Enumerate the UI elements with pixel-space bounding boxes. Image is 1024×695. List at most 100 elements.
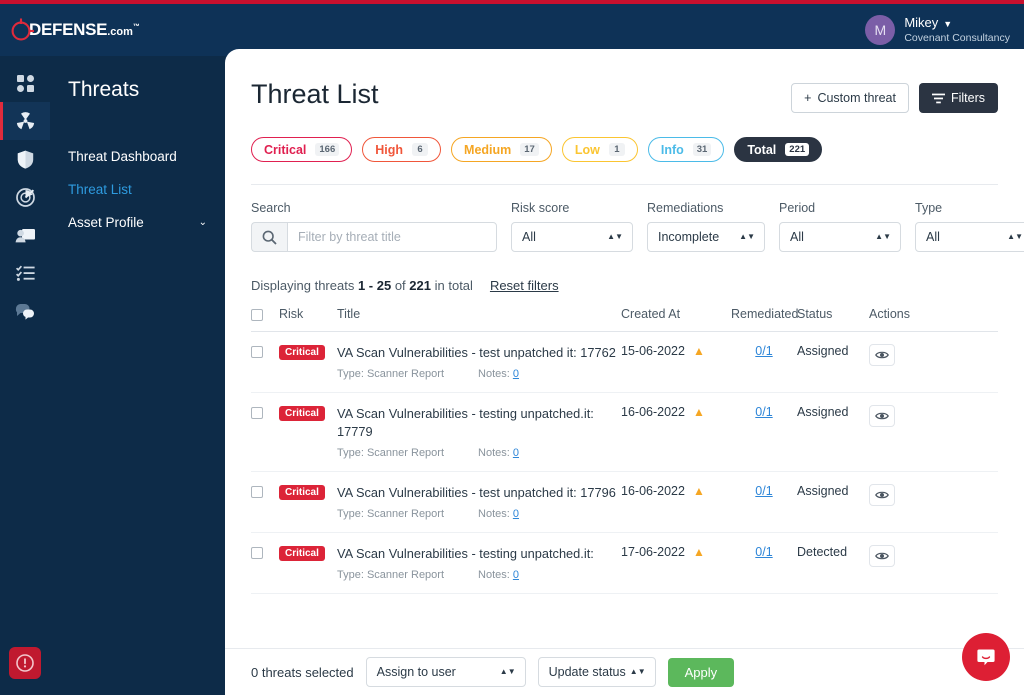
severity-pill-total[interactable]: Total 221 xyxy=(734,137,823,162)
column-header-status[interactable]: Status xyxy=(797,307,869,321)
column-header-created[interactable]: Created At xyxy=(621,307,731,321)
rail-item-threats[interactable] xyxy=(0,102,50,140)
remediated-link[interactable]: 0/1 xyxy=(755,344,772,358)
chat-support-button[interactable] xyxy=(962,633,1010,681)
rail-item-training[interactable] xyxy=(0,216,50,254)
row-checkbox[interactable] xyxy=(251,485,263,498)
select-all-checkbox[interactable] xyxy=(251,309,263,321)
notes-link[interactable]: 0 xyxy=(513,569,519,581)
row-checkbox[interactable] xyxy=(251,346,263,358)
remediations-select[interactable]: Incomplete ▲▼ xyxy=(647,222,765,252)
rail-item-messages[interactable] xyxy=(0,292,50,330)
threat-title[interactable]: VA Scan Vulnerabilities - test unpatched… xyxy=(337,344,621,361)
summary-suffix: in total xyxy=(434,278,473,293)
sidebar-item-threat-list[interactable]: Threat List xyxy=(50,173,225,206)
search-input[interactable] xyxy=(287,222,497,252)
remediated-link[interactable]: 0/1 xyxy=(755,484,772,498)
table-row[interactable]: Critical VA Scan Vulnerabilities - testi… xyxy=(251,393,998,472)
threat-title[interactable]: VA Scan Vulnerabilities - testing unpatc… xyxy=(337,545,621,562)
table-row[interactable]: Critical VA Scan Vulnerabilities - testi… xyxy=(251,533,998,595)
main-panel: Threat List + Custom threat Filters Crit… xyxy=(225,49,1024,695)
type-label: Type xyxy=(915,201,943,215)
notes-link[interactable]: 0 xyxy=(513,508,519,520)
reset-filters-link[interactable]: Reset filters xyxy=(490,278,559,293)
row-title-cell: VA Scan Vulnerabilities - testing unpatc… xyxy=(337,405,621,459)
remediated-link[interactable]: 0/1 xyxy=(755,405,772,419)
column-header-remediated[interactable]: Remediated xyxy=(731,307,798,321)
row-risk-cell: Critical xyxy=(279,484,337,500)
rail-item-dashboard[interactable] xyxy=(0,64,50,102)
user-menu[interactable]: M Mikey ▼ Covenant Consultancy xyxy=(865,15,1010,45)
radar-scan-icon xyxy=(15,187,35,207)
sidebar-item-asset-profile[interactable]: Asset Profile ⌄ xyxy=(50,206,225,239)
user-info: Mikey ▼ Covenant Consultancy xyxy=(904,15,1010,44)
severity-pill-count: 1 xyxy=(608,143,625,156)
chevron-down-icon[interactable]: ▼ xyxy=(943,19,952,30)
risk-score-select[interactable]: All ▲▼ xyxy=(511,222,633,252)
alert-button[interactable] xyxy=(9,647,41,679)
column-header-risk[interactable]: Risk xyxy=(279,307,337,321)
view-button[interactable] xyxy=(869,483,895,506)
avatar: M xyxy=(865,15,896,45)
custom-threat-button[interactable]: + Custom threat xyxy=(791,83,909,113)
table-row[interactable]: Critical VA Scan Vulnerabilities - test … xyxy=(251,332,998,394)
update-status-select[interactable]: Update status ▲▼ xyxy=(537,657,656,687)
summary-prefix: Displaying threats xyxy=(251,278,355,293)
severity-pill-medium[interactable]: Medium 17 xyxy=(451,137,552,162)
period-select[interactable]: All ▲▼ xyxy=(779,222,901,252)
search-icon[interactable] xyxy=(251,222,287,252)
view-button[interactable] xyxy=(869,405,895,428)
user-org: Covenant Consultancy xyxy=(904,31,1010,44)
severity-pill-low[interactable]: Low 1 xyxy=(561,137,638,162)
rail-item-scan[interactable] xyxy=(0,178,50,216)
threat-title[interactable]: VA Scan Vulnerabilities - test unpatched… xyxy=(337,484,621,501)
select-arrows-icon: ▲▼ xyxy=(739,232,755,241)
search-wrapper xyxy=(251,222,497,252)
chevron-down-icon[interactable]: ⌄ xyxy=(199,217,207,228)
column-header-title[interactable]: Title xyxy=(337,307,621,321)
row-checkbox[interactable] xyxy=(251,547,263,560)
row-checkbox[interactable] xyxy=(251,407,263,420)
view-button[interactable] xyxy=(869,545,895,568)
row-risk-cell: Critical xyxy=(279,545,337,562)
view-button[interactable] xyxy=(869,344,895,366)
alert-exclamation-icon xyxy=(16,654,34,672)
assign-to-user-select[interactable]: Assign to user ▲▼ xyxy=(365,657,526,687)
results-summary: Displaying threats 1 - 25 of 221 in tota… xyxy=(251,278,998,293)
created-at-text: 16-06-2022 xyxy=(621,405,685,420)
severity-pill-info[interactable]: Info 31 xyxy=(647,137,725,162)
bulk-action-bar: 0 threats selected Assign to user ▲▼ Upd… xyxy=(225,648,1024,695)
sidebar-item-label: Threat Dashboard xyxy=(68,149,177,164)
brand-logo[interactable]: DEFENSE.com™ xyxy=(8,17,140,43)
status-badge: Critical xyxy=(279,484,325,500)
row-actions-cell xyxy=(869,483,929,506)
severity-pill-high[interactable]: High 6 xyxy=(362,137,442,162)
type-select[interactable]: All ▲▼ xyxy=(915,222,1024,252)
threat-title[interactable]: VA Scan Vulnerabilities - testing unpatc… xyxy=(337,405,621,440)
sidebar-item-threat-dashboard[interactable]: Threat Dashboard xyxy=(50,140,225,173)
remediations-label: Remediations xyxy=(647,201,724,215)
remediated-link[interactable]: 0/1 xyxy=(755,545,772,559)
row-notes: Notes: 0 xyxy=(478,569,519,582)
severity-pill-critical[interactable]: Critical 166 xyxy=(251,137,353,162)
status-badge: Critical xyxy=(279,546,325,562)
period-value: All xyxy=(790,230,804,244)
period-field-group: Period All ▲▼ xyxy=(779,201,901,252)
rail-item-tasks[interactable] xyxy=(0,254,50,292)
notes-link[interactable]: 0 xyxy=(513,447,519,459)
section-title: Threats xyxy=(68,78,140,101)
select-all-cell xyxy=(251,307,279,321)
rail-item-protect[interactable] xyxy=(0,140,50,178)
row-type: Type: Scanner Report xyxy=(337,569,445,582)
apply-button[interactable]: Apply xyxy=(667,657,735,687)
crosshair-logo-icon xyxy=(8,17,34,43)
table-row[interactable]: Critical VA Scan Vulnerabilities - test … xyxy=(251,472,998,534)
summary-of: of xyxy=(394,278,406,293)
summary-total: 221 xyxy=(409,278,431,293)
filters-button[interactable]: Filters xyxy=(918,83,998,113)
eye-view-icon xyxy=(875,552,889,560)
page-title: Threat List xyxy=(251,79,379,109)
dashboard-grid-icon xyxy=(16,74,34,92)
notes-link[interactable]: 0 xyxy=(513,368,519,380)
severity-pill-label: Critical xyxy=(264,142,307,157)
